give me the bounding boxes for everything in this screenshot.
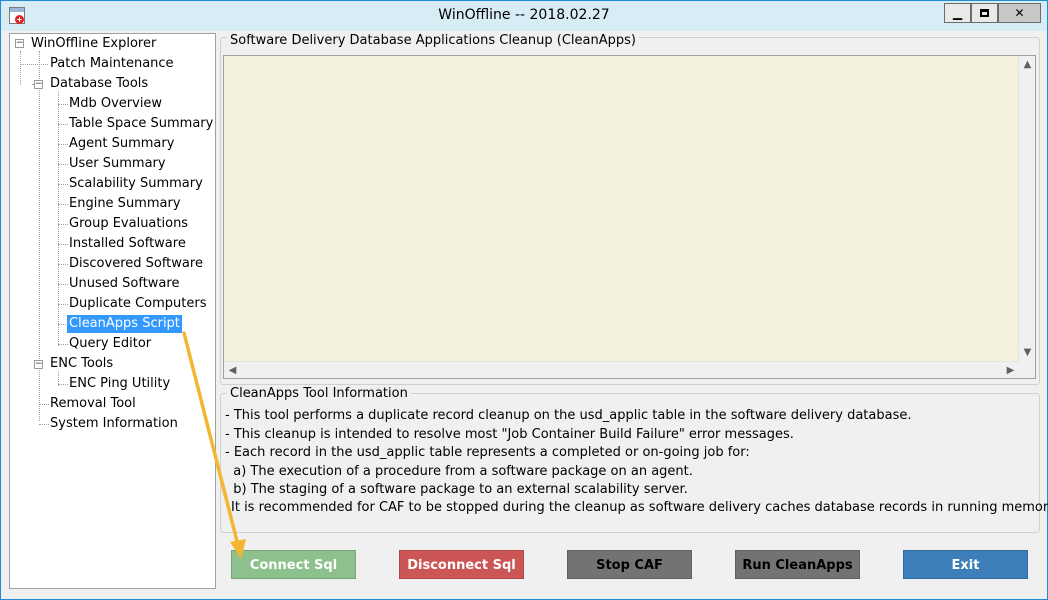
tree-item-mdb-overview[interactable]: Mdb Overview (67, 95, 164, 113)
tree-item-installed-software[interactable]: Installed Software (67, 235, 188, 253)
tree-item-scalability-summary[interactable]: Scalability Summary (67, 175, 205, 193)
scroll-right-icon[interactable]: ▶ (1002, 362, 1019, 379)
window-title: WinOffline -- 2018.02.27 (438, 7, 610, 23)
run-cleanapps-button[interactable]: Run CleanApps (735, 550, 860, 579)
maximize-button[interactable] (971, 3, 998, 23)
info-line: a) The execution of a procedure from a s… (225, 464, 693, 479)
root-collapse-icon[interactable]: − (15, 39, 24, 48)
main-window: + WinOffline -- 2018.02.27 ▁ ✕ − WinOffl… (0, 0, 1048, 600)
connect-sql-button[interactable]: Connect Sql (231, 550, 356, 579)
exit-button[interactable]: Exit (903, 550, 1028, 579)
navigation-tree[interactable]: − WinOffline Explorer Patch Maintenance … (9, 33, 216, 589)
info-line: - This tool performs a duplicate record … (225, 408, 912, 423)
info-line: - This cleanup is intended to resolve mo… (225, 427, 794, 442)
title-bar: + WinOffline -- 2018.02.27 ▁ ✕ (1, 1, 1047, 31)
scroll-down-icon[interactable]: ▼ (1019, 344, 1036, 361)
tree-item-database-tools[interactable]: Database Tools (48, 75, 150, 93)
info-line: It is recommended for CAF to be stopped … (231, 500, 1048, 515)
disconnect-sql-button[interactable]: Disconnect Sql (399, 550, 524, 579)
tree-item-removal-tool[interactable]: Removal Tool (48, 395, 138, 413)
tree-item-engine-summary[interactable]: Engine Summary (67, 195, 183, 213)
database-tools-collapse-icon[interactable]: − (34, 80, 43, 89)
tree-item-discovered-software[interactable]: Discovered Software (67, 255, 205, 273)
cleanapps-info-label: CleanApps Tool Information (227, 386, 411, 401)
stop-caf-button[interactable]: Stop CAF (567, 550, 692, 579)
cleanapps-output-label: Software Delivery Database Applications … (227, 33, 639, 48)
cleanapps-output-box[interactable]: ▲ ▼ ◀ ▶ (223, 55, 1036, 379)
minimize-icon: ▁ (952, 6, 963, 20)
close-icon: ✕ (1014, 6, 1025, 20)
close-button[interactable]: ✕ (998, 3, 1041, 23)
tree-item-table-space-summary[interactable]: Table Space Summary (67, 115, 215, 133)
info-line: - Each record in the usd_applic table re… (225, 445, 750, 460)
tree-item-system-information[interactable]: System Information (48, 415, 180, 433)
tree-item-cleanapps-script[interactable]: CleanApps Script (67, 315, 182, 333)
tree-item-group-evaluations[interactable]: Group Evaluations (67, 215, 190, 233)
tree-root[interactable]: WinOffline Explorer (29, 35, 158, 53)
scroll-up-icon[interactable]: ▲ (1019, 56, 1036, 73)
horizontal-scrollbar[interactable]: ◀ ▶ (224, 361, 1019, 378)
tree-item-enc-tools[interactable]: ENC Tools (48, 355, 115, 373)
tree-item-query-editor[interactable]: Query Editor (67, 335, 153, 353)
enc-tools-collapse-icon[interactable]: − (34, 360, 43, 369)
tree-item-unused-software[interactable]: Unused Software (67, 275, 181, 293)
scroll-corner (1018, 361, 1035, 378)
scroll-left-icon[interactable]: ◀ (224, 362, 241, 379)
tree-item-patch-maintenance[interactable]: Patch Maintenance (48, 55, 176, 73)
minimize-button[interactable]: ▁ (944, 3, 971, 23)
maximize-icon (980, 9, 989, 17)
info-line: b) The staging of a software package to … (225, 482, 688, 497)
tree-item-duplicate-computers[interactable]: Duplicate Computers (67, 295, 208, 313)
tree-item-user-summary[interactable]: User Summary (67, 155, 168, 173)
vertical-scrollbar[interactable]: ▲ ▼ (1018, 56, 1035, 361)
tree-item-enc-ping-utility[interactable]: ENC Ping Utility (67, 375, 172, 393)
tree-item-agent-summary[interactable]: Agent Summary (67, 135, 176, 153)
